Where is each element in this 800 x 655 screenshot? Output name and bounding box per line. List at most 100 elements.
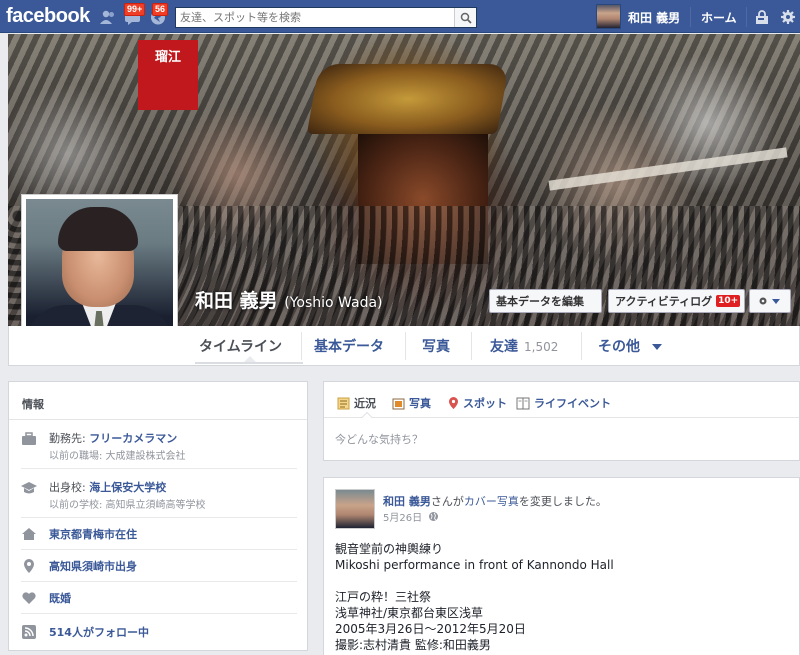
composer-tab-status[interactable]: 近況 — [337, 395, 376, 411]
edit-profile-button[interactable]: 基本データを編集 — [489, 289, 602, 313]
profile-alt-name: (Yoshio Wada) — [284, 295, 383, 311]
post-meta: 5月26日 — [383, 509, 439, 524]
info-followers: 514人がフォロー中 — [21, 614, 297, 648]
photo-hair — [58, 207, 138, 251]
mikoshi-pole — [548, 147, 788, 191]
globe-icon[interactable] — [428, 511, 439, 522]
facebook-logo[interactable]: facebook — [6, 5, 90, 28]
top-bar: facebook 99+ 56 和田 義男 ホーム — [0, 0, 800, 33]
tab-timeline[interactable]: タイムライン — [199, 336, 282, 356]
composer-tab-place[interactable]: スポット — [448, 395, 507, 411]
home-link[interactable]: ホーム — [701, 9, 737, 26]
search-box — [175, 7, 477, 28]
info-education: 出身校: 海上保安大学校 以前の学校: 高知県立須崎高等学校 — [21, 469, 297, 518]
cover-photo-link[interactable]: カバー写真 — [464, 495, 519, 508]
status-composer: 近況 写真 スポット ライフイベント 今どんな気持ち？ — [323, 381, 800, 461]
cover-settings-button[interactable] — [749, 289, 791, 313]
mikoshi-roof — [306, 64, 510, 134]
composer-tab-life-event[interactable]: ライフイベント — [516, 395, 611, 411]
divider — [471, 332, 472, 360]
work-previous: 以前の職場: 大成建設株式会社 — [49, 451, 186, 462]
relationship-text: 既婚 — [49, 592, 71, 605]
settings-gear-icon[interactable] — [780, 9, 796, 25]
messages-badge: 99+ — [124, 3, 146, 16]
status-input[interactable]: 今どんな気持ち？ — [335, 431, 423, 447]
home-icon — [21, 526, 37, 542]
cover-sign-text: 瑠江 — [154, 50, 181, 65]
topbar-avatar[interactable] — [596, 4, 621, 29]
post-line: 江戸の粋！三社祭 — [335, 590, 432, 604]
school-link[interactable]: 海上保安大学校 — [89, 481, 166, 494]
tab-more-label: その他 — [598, 339, 640, 355]
location-pin-icon — [21, 558, 37, 574]
composer-tab-photo[interactable]: 写真 — [392, 395, 431, 411]
profile-name-text: 和田 義男 — [195, 290, 278, 312]
school-prefix: 出身校: — [49, 481, 90, 494]
post-header: 和田 義男さんがカバー写真を変更しました。 — [383, 493, 607, 509]
info-hometown: 高知県須崎市出身 — [21, 550, 297, 582]
friends-count: 1,502 — [524, 340, 559, 354]
graduation-cap-icon — [21, 480, 37, 496]
book-icon — [516, 397, 530, 409]
divider — [581, 332, 582, 360]
followers-text: 514人がフォロー中 — [49, 626, 149, 639]
post-date[interactable]: 5月26日 — [383, 509, 422, 524]
hometown-text: 高知県須崎市出身 — [49, 560, 137, 573]
edit-profile-label: 基本データを編集 — [496, 295, 584, 308]
lives-text: 東京都青梅市在住 — [49, 528, 137, 541]
composer-tab-place-label: スポット — [463, 397, 507, 410]
search-input[interactable] — [176, 8, 454, 27]
info-panel: 情報 勤務先: フリーカメラマン 以前の職場: 大成建設株式会社 出身校: 海上… — [8, 381, 308, 651]
info-work: 勤務先: フリーカメラマン 以前の職場: 大成建設株式会社 — [21, 420, 297, 469]
followers-link[interactable]: 514人がフォロー中 — [49, 624, 149, 640]
pencil-note-icon — [337, 397, 350, 409]
divider — [746, 7, 747, 27]
composer-tab-life-event-label: ライフイベント — [534, 397, 611, 410]
work-link[interactable]: フリーカメラマン — [89, 432, 177, 445]
profile-tab-bar: タイムライン 基本データ 写真 友達 1,502 その他 — [8, 326, 800, 366]
info-relationship: 既婚 — [21, 582, 297, 614]
post-author-link[interactable]: 和田 義男 — [383, 495, 431, 508]
friend-requests-icon[interactable] — [99, 9, 117, 25]
school-previous: 以前の学校: 高知県立須崎高等学校 — [49, 500, 206, 511]
tab-about[interactable]: 基本データ — [314, 336, 384, 356]
info-title: 情報 — [9, 382, 307, 420]
info-lives: 東京都青梅市在住 — [21, 518, 297, 550]
search-icon[interactable] — [454, 8, 476, 27]
activity-log-count: 10+ — [716, 295, 741, 307]
chevron-down-icon — [651, 344, 662, 350]
briefcase-icon — [21, 431, 37, 447]
tab-friends[interactable]: 友達 1,502 — [490, 336, 558, 356]
composer-tabs: 近況 写真 スポット ライフイベント — [324, 382, 799, 418]
privacy-shortcuts-icon[interactable] — [754, 9, 770, 25]
profile-name[interactable]: 和田 義男 (Yoshio Wada) — [195, 286, 383, 313]
composer-tab-arrow-inner — [362, 413, 372, 418]
post-action-text: さんが — [430, 495, 464, 508]
composer-tab-photo-label: 写真 — [409, 397, 431, 410]
post-action-suffix: を変更しました。 — [518, 495, 607, 508]
post-line: 撮影:志村清貴 監修:和田義男 — [335, 638, 491, 652]
activity-log-button[interactable]: アクティビティログ 10+ — [608, 289, 745, 313]
composer-tab-status-label: 近況 — [354, 397, 376, 410]
tab-notch — [244, 356, 256, 362]
post-author-avatar[interactable] — [335, 489, 375, 529]
gear-dropdown-icon — [759, 297, 780, 305]
work-prefix: 勤務先: — [49, 432, 90, 445]
timeline-post: 和田 義男さんがカバー写真を変更しました。 5月26日 観音堂前の神輿練り Mi… — [323, 477, 800, 655]
tab-photos[interactable]: 写真 — [422, 336, 450, 356]
divider — [405, 332, 406, 360]
notifications-badge: 56 — [152, 3, 169, 16]
lives-link[interactable]: 東京都青梅市在住 — [49, 526, 137, 542]
active-tab-underline — [195, 362, 303, 364]
topbar-profile-link[interactable]: 和田 義男 — [628, 9, 680, 26]
heart-icon — [21, 590, 37, 606]
post-line: 浅草神社/東京都台東区浅草 — [335, 606, 484, 620]
post-body: 観音堂前の神輿練り Mikoshi performance in front o… — [335, 541, 614, 653]
photo-icon — [392, 398, 405, 409]
divider — [690, 7, 691, 27]
tab-more[interactable]: その他 — [598, 336, 663, 356]
post-line: 2005年3月26日～2012年5月20日 — [335, 622, 526, 636]
post-line: 観音堂前の神輿練り — [335, 542, 444, 556]
relationship-link[interactable]: 既婚 — [49, 590, 71, 606]
hometown-link[interactable]: 高知県須崎市出身 — [49, 558, 137, 574]
